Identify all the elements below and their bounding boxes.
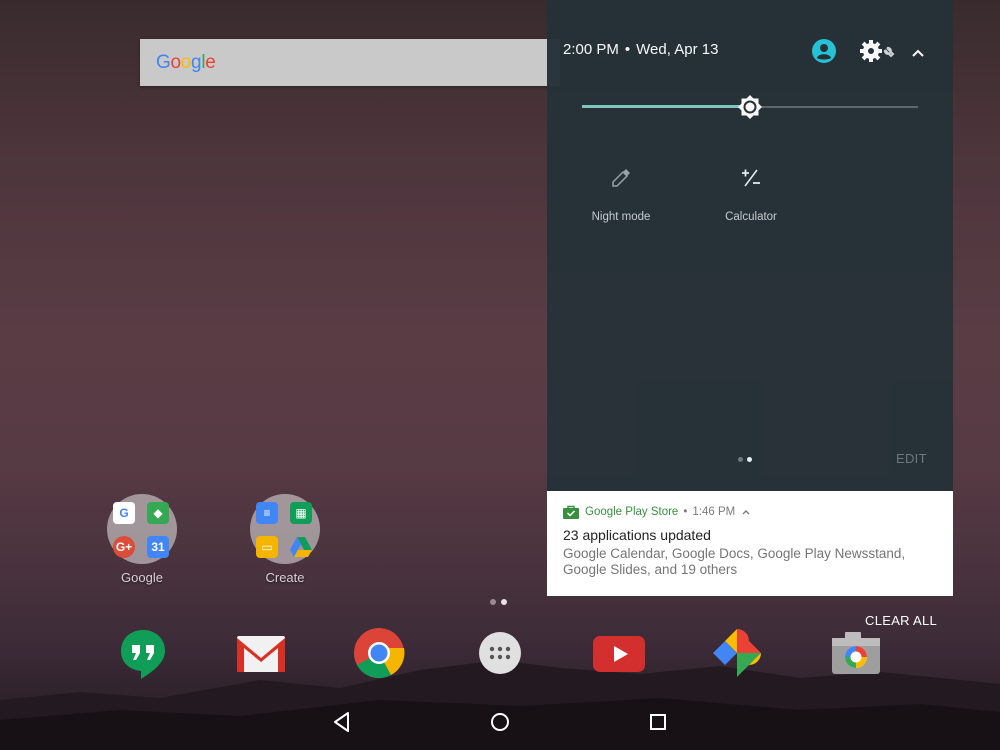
photos-icon[interactable] bbox=[710, 626, 764, 680]
back-icon[interactable] bbox=[328, 708, 356, 736]
page-dot bbox=[738, 457, 743, 462]
maps-icon: ◆ bbox=[147, 502, 169, 524]
edit-button[interactable]: EDIT bbox=[896, 451, 927, 466]
calendar-icon: 31 bbox=[147, 536, 169, 558]
page-dot-active bbox=[747, 457, 752, 462]
logo-letter: o bbox=[170, 51, 181, 73]
separator-dot: • bbox=[624, 41, 631, 58]
tile-label: Night mode bbox=[591, 211, 651, 223]
folder-icon: G ◆ G+ 31 bbox=[107, 494, 177, 564]
brightness-thumb-icon[interactable] bbox=[737, 94, 763, 120]
notification-header: Google Play Store • 1:46 PM bbox=[563, 505, 937, 519]
settings-gear-icon[interactable] bbox=[860, 38, 896, 64]
logo-letter: G bbox=[156, 51, 171, 73]
calculator-plus-minus-icon bbox=[742, 169, 760, 187]
logo-letter: g bbox=[191, 51, 202, 73]
tile-label: Calculator bbox=[725, 211, 777, 223]
dock bbox=[0, 622, 1000, 682]
camera-icon[interactable] bbox=[829, 626, 883, 680]
app-drawer-icon[interactable] bbox=[473, 626, 527, 680]
folder-label: Create bbox=[265, 570, 305, 585]
google-g-icon: G bbox=[113, 502, 135, 524]
folder-label: Google bbox=[121, 570, 163, 585]
expand-chevron-icon[interactable] bbox=[740, 507, 752, 517]
brightness-fill bbox=[582, 105, 750, 108]
tile-calculator[interactable]: Calculator bbox=[701, 166, 801, 223]
notification-body: Google Calendar, Google Docs, Google Pla… bbox=[563, 546, 906, 577]
hangouts-icon[interactable] bbox=[116, 626, 170, 680]
gmail-icon[interactable] bbox=[234, 626, 288, 680]
user-account-icon[interactable] bbox=[811, 38, 837, 64]
eyedropper-icon bbox=[612, 169, 630, 187]
google-logo: Google bbox=[156, 52, 216, 74]
clock: 2:00 PM bbox=[563, 41, 619, 58]
collapse-chevron-icon[interactable] bbox=[910, 46, 926, 60]
chrome-icon[interactable] bbox=[352, 626, 406, 680]
tile-night-mode[interactable]: Night mode bbox=[571, 166, 671, 223]
drive-icon bbox=[290, 536, 312, 558]
google-plus-icon: G+ bbox=[113, 536, 135, 558]
navigation-bar bbox=[0, 692, 1000, 750]
page-dot-active bbox=[501, 599, 507, 605]
notification-card[interactable]: Google Play Store • 1:46 PM 23 applicati… bbox=[547, 491, 953, 596]
youtube-icon[interactable] bbox=[592, 626, 646, 680]
home-icon[interactable] bbox=[486, 708, 514, 736]
docs-icon: ≡ bbox=[256, 502, 278, 524]
folder-create[interactable]: ≡ ▦ ▭ Create bbox=[250, 494, 320, 585]
quick-settings-panel: 2:00 PM • Wed, Apr 13 Night mode Calcula… bbox=[547, 0, 953, 491]
notification-time: 1:46 PM bbox=[692, 506, 736, 518]
notification-app-name: Google Play Store bbox=[585, 506, 679, 518]
slides-icon: ▭ bbox=[256, 536, 278, 558]
recents-icon[interactable] bbox=[644, 708, 672, 736]
notification-title: 23 applications updated bbox=[563, 527, 711, 543]
sheets-icon: ▦ bbox=[290, 502, 312, 524]
folder-google[interactable]: G ◆ G+ 31 Google bbox=[107, 494, 177, 585]
brightness-slider[interactable] bbox=[582, 94, 918, 120]
folder-icon: ≡ ▦ ▭ bbox=[250, 494, 320, 564]
clear-all-button[interactable]: CLEAR ALL bbox=[865, 613, 937, 628]
date: Wed, Apr 13 bbox=[636, 41, 719, 58]
logo-letter: o bbox=[180, 51, 192, 73]
separator-dot: • bbox=[683, 506, 688, 518]
page-dot bbox=[490, 599, 496, 605]
play-store-bag-icon bbox=[563, 505, 579, 519]
logo-letter: e bbox=[205, 51, 216, 73]
home-page-indicator bbox=[490, 599, 507, 605]
status-header[interactable]: 2:00 PM • Wed, Apr 13 bbox=[563, 41, 718, 58]
google-search-bar[interactable]: Google bbox=[140, 39, 560, 86]
quick-settings-page-indicator bbox=[738, 457, 752, 462]
